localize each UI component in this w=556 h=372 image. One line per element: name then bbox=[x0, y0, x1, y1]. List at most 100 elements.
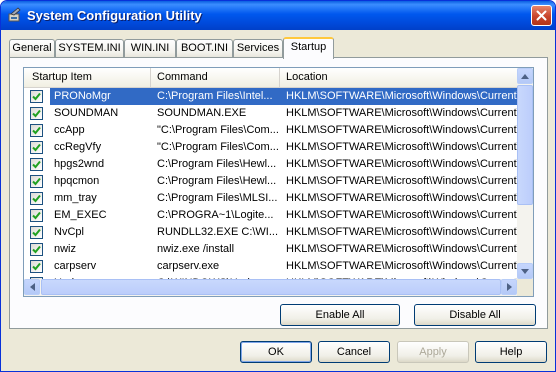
startup-item-location: HKLM\SOFTWARE\Microsoft\Windows\CurrentV… bbox=[286, 209, 523, 221]
startup-item-command: RUNDLL32.EXE C:\WI... bbox=[157, 226, 279, 238]
cancel-button[interactable]: Cancel bbox=[318, 341, 390, 363]
enable-all-button[interactable]: Enable All bbox=[280, 304, 400, 326]
startup-item-name: nwiz bbox=[54, 243, 77, 255]
arrow-right-icon bbox=[506, 283, 512, 291]
enable-checkbox[interactable] bbox=[30, 90, 43, 103]
column-header-location[interactable]: Location bbox=[280, 68, 517, 87]
list-item[interactable]: NvCpl RUNDLL32.EXE C:\WI... HKLM\SOFTWARE\… bbox=[24, 224, 523, 241]
startup-tab-panel: Startup Item Command Location PRONoMgr C:… bbox=[9, 57, 548, 329]
arrow-up-icon bbox=[521, 73, 529, 79]
list-item[interactable]: nwiz nwiz.exe /install HKLM\SOFTWARE\Micro… bbox=[24, 241, 523, 258]
tab-win-ini[interactable]: WIN.INI bbox=[124, 39, 176, 57]
vertical-scrollbar[interactable] bbox=[517, 68, 533, 279]
startup-item-command: carpserv.exe bbox=[157, 260, 220, 272]
vertical-scroll-thumb[interactable] bbox=[517, 85, 533, 205]
horizontal-scroll-thumb[interactable] bbox=[41, 279, 501, 295]
startup-item-name: PRONoMgr bbox=[54, 90, 111, 102]
enable-checkbox[interactable] bbox=[30, 243, 43, 256]
startup-item-location: HKLM\SOFTWARE\Microsoft\Windows\CurrentV… bbox=[286, 192, 523, 204]
startup-item-name: ccApp bbox=[54, 124, 85, 136]
startup-item-name: NvCpl bbox=[54, 226, 84, 238]
list-item[interactable]: EM_EXEC C:\PROGRA~1\Logite... HKLM\SOFTWAR… bbox=[24, 207, 523, 224]
window-title: System Configuration Utility bbox=[27, 8, 202, 23]
list-item[interactable]: mm_tray C:\Program Files\MLSI... HKLM\SOFT… bbox=[24, 190, 523, 207]
enable-checkbox[interactable] bbox=[30, 175, 43, 188]
startup-item-location: HKLM\SOFTWARE\Microsoft\Windows\CurrentV… bbox=[286, 243, 523, 255]
startup-item-name: mm_tray bbox=[54, 192, 97, 204]
startup-item-command: C:\Program Files\MLSI... bbox=[157, 192, 278, 204]
checkmark-icon bbox=[32, 109, 41, 118]
startup-item-command: "C:\Program Files\Com... bbox=[157, 141, 279, 153]
arrow-left-icon bbox=[29, 283, 35, 291]
list-item[interactable]: SOUNDMAN SOUNDMAN.EXE HKLM\SOFTWARE\Micros… bbox=[24, 105, 523, 122]
startup-item-command: nwiz.exe /install bbox=[157, 243, 235, 255]
ok-button[interactable]: OK bbox=[240, 341, 312, 363]
help-button[interactable]: Help bbox=[475, 341, 547, 363]
startup-item-location: HKLM\SOFTWARE\Microsoft\Windows\CurrentV… bbox=[286, 90, 523, 102]
startup-item-location: HKLM\SOFTWARE\Microsoft\Windows\CurrentV… bbox=[286, 260, 523, 272]
startup-item-command: C:\PROGRA~1\Logite... bbox=[157, 209, 274, 221]
startup-item-name: hpqcmon bbox=[54, 175, 100, 187]
enable-checkbox[interactable] bbox=[30, 124, 43, 137]
checkmark-icon bbox=[32, 92, 41, 101]
tab-services[interactable]: Services bbox=[233, 39, 283, 57]
startup-item-command: C:\Program Files\Hewl... bbox=[157, 158, 277, 170]
checkmark-icon bbox=[32, 245, 41, 254]
list-item[interactable]: hpqcmon C:\Program Files\Hewl... HKLM\SOFT… bbox=[24, 173, 523, 190]
checkmark-icon bbox=[32, 194, 41, 203]
title-bar[interactable]: System Configuration Utility bbox=[1, 1, 555, 30]
scroll-right-button[interactable] bbox=[501, 279, 517, 295]
startup-item-name: ccRegVfy bbox=[54, 141, 102, 153]
tab-system-ini[interactable]: SYSTEM.INI bbox=[55, 39, 124, 57]
startup-item-name: SOUNDMAN bbox=[54, 107, 119, 119]
arrow-down-icon bbox=[521, 268, 529, 274]
msconfig-app-icon bbox=[8, 7, 21, 22]
enable-checkbox[interactable] bbox=[30, 107, 43, 120]
checkmark-icon bbox=[32, 262, 41, 271]
checkmark-icon bbox=[32, 143, 41, 152]
enable-checkbox[interactable] bbox=[30, 260, 43, 273]
startup-items-list[interactable]: Startup Item Command Location PRONoMgr C:… bbox=[23, 67, 534, 297]
scroll-down-button[interactable] bbox=[517, 263, 533, 279]
list-item[interactable]: PRONoMgr C:\Program Files\Intel... HKLM\SO… bbox=[24, 88, 523, 105]
enable-checkbox[interactable] bbox=[30, 158, 43, 171]
tab-boot-ini[interactable]: BOOT.INI bbox=[176, 39, 233, 57]
apply-button[interactable]: Apply bbox=[397, 341, 469, 363]
enable-checkbox[interactable] bbox=[30, 192, 43, 205]
column-header-command[interactable]: Command bbox=[151, 68, 280, 87]
checkmark-icon bbox=[32, 228, 41, 237]
checkmark-icon bbox=[32, 126, 41, 135]
close-button[interactable] bbox=[531, 5, 552, 26]
startup-item-command: SOUNDMAN.EXE bbox=[157, 107, 247, 119]
startup-item-location: HKLM\SOFTWARE\Microsoft\Windows\CurrentV… bbox=[286, 158, 523, 170]
startup-item-command: C:\Program Files\Hewl... bbox=[157, 175, 277, 187]
close-icon bbox=[536, 10, 547, 21]
list-item[interactable]: hpgs2wnd C:\Program Files\Hewl... HKLM\SOF… bbox=[24, 156, 523, 173]
startup-item-location: HKLM\SOFTWARE\Microsoft\Windows\CurrentV… bbox=[286, 141, 523, 153]
list-item[interactable]: ccRegVfy "C:\Program Files\Com... HKLM\SOF… bbox=[24, 139, 523, 156]
startup-item-name: carpserv bbox=[54, 260, 97, 272]
enable-checkbox[interactable] bbox=[30, 209, 43, 222]
startup-item-command: "C:\Program Files\Com... bbox=[157, 124, 279, 136]
disable-all-button[interactable]: Disable All bbox=[414, 304, 536, 326]
column-header-startup-item[interactable]: Startup Item bbox=[24, 68, 151, 87]
enable-checkbox[interactable] bbox=[30, 226, 43, 239]
startup-item-location: HKLM\SOFTWARE\Microsoft\Windows\CurrentV… bbox=[286, 124, 523, 136]
enable-checkbox[interactable] bbox=[30, 141, 43, 154]
tab-startup[interactable]: Startup bbox=[283, 37, 334, 59]
startup-item-command: C:\Program Files\Intel... bbox=[157, 90, 273, 102]
scroll-left-button[interactable] bbox=[24, 279, 40, 295]
checkmark-icon bbox=[32, 177, 41, 186]
startup-item-location: HKLM\SOFTWARE\Microsoft\Windows\CurrentV… bbox=[286, 226, 523, 238]
scroll-up-button[interactable] bbox=[517, 68, 533, 84]
list-header: Startup Item Command Location bbox=[24, 68, 517, 88]
tab-general[interactable]: General bbox=[9, 39, 55, 57]
list-item[interactable]: ccApp "C:\Program Files\Com... HKLM\SOFTWA… bbox=[24, 122, 523, 139]
startup-item-location: HKLM\SOFTWARE\Microsoft\Windows\CurrentV… bbox=[286, 175, 523, 187]
scrollbar-corner bbox=[517, 279, 533, 296]
checkmark-icon bbox=[32, 160, 41, 169]
system-configuration-window: System Configuration Utility General SYS… bbox=[0, 0, 556, 372]
horizontal-scrollbar[interactable] bbox=[24, 279, 517, 296]
startup-item-name: hpgs2wnd bbox=[54, 158, 105, 170]
list-item[interactable]: carpserv carpserv.exe HKLM\SOFTWARE\Micros… bbox=[24, 258, 523, 275]
